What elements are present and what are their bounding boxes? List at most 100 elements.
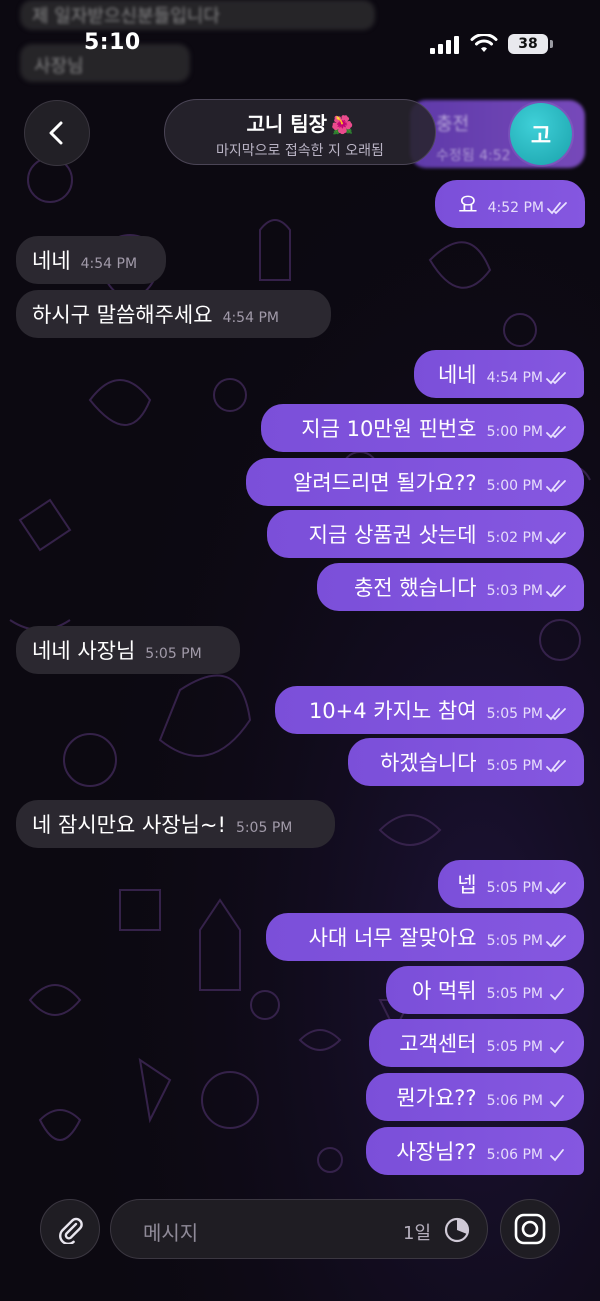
message-time: 4:54 PM [486,370,543,386]
double-check-icon [546,480,566,493]
message-meta: 4:54 PM [81,256,137,272]
incoming-message[interactable]: 네네 4:54 PM [16,236,166,284]
message-time: 5:05 PM [486,933,543,949]
message-time: 5:06 PM [486,1093,543,1109]
flower-icon: 🌺 [331,115,354,136]
double-check-icon [546,935,566,948]
outgoing-message[interactable]: 충전 했습니다 5:03 PM [317,563,584,611]
message-text: 사장님?? [396,1140,477,1164]
message-text: 네네 [32,249,71,273]
message-meta: 5:00 PM [487,424,568,440]
message-time: 5:00 PM [486,478,543,494]
status-bar: 5:10 38 [0,0,600,92]
battery-level: 38 [518,36,538,52]
outgoing-message[interactable]: 지금 10만원 핀번호 5:00 PM [261,404,584,452]
double-check-icon [546,426,566,439]
cellular-signal-icon [430,36,459,54]
message-time: 5:05 PM [486,1039,543,1055]
message-time: 5:03 PM [486,583,543,599]
message-text: 하시구 말씀해주세요 [32,303,213,327]
message-meta: 5:05 PM [487,706,568,722]
message-meta: 5:00 PM [487,478,568,494]
message-time: 5:05 PM [486,706,543,722]
outgoing-message[interactable]: 아 먹튀 5:05 PM [386,966,584,1014]
double-check-icon [546,882,566,895]
double-check-icon [546,372,566,385]
incoming-message[interactable]: 네 잠시만요 사장님~! 5:05 PM [16,800,335,848]
check-icon [550,1095,564,1108]
chat-header[interactable]: 고니 팀장 🌺 마지막으로 접속한 지 오래됨 [164,99,436,165]
message-text: 충전 했습니다 [353,576,477,600]
message-meta: 5:06 PM [487,1147,568,1163]
check-icon [550,1041,564,1054]
outgoing-message[interactable]: 넵 5:05 PM [438,860,584,908]
outgoing-message[interactable]: 요 4:52 PM [435,180,585,228]
back-button[interactable] [24,100,90,166]
incoming-message[interactable]: 네네 사장님 5:05 PM [16,626,240,674]
message-meta: 4:54 PM [223,310,279,326]
message-meta: 5:06 PM [487,1093,568,1109]
check-icon [550,1149,564,1162]
message-meta: 4:54 PM [487,370,568,386]
message-time: 4:52 PM [487,200,544,216]
message-time: 4:54 PM [222,310,279,326]
incoming-message[interactable]: 하시구 말씀해주세요 4:54 PM [16,290,331,338]
message-meta: 4:52 PM [488,200,569,216]
message-text: 고객센터 [399,1032,477,1056]
message-input[interactable]: 메시지 1일 [110,1199,488,1259]
outgoing-message[interactable]: 고객센터 5:05 PM [369,1019,584,1067]
outgoing-message[interactable]: 사장님?? 5:06 PM [366,1127,584,1175]
last-seen-status: 마지막으로 접속한 지 오래됨 [216,143,384,159]
message-meta: 5:05 PM [487,880,568,896]
double-check-icon [546,708,566,721]
message-text: 뭔가요?? [396,1086,477,1110]
blurred-message-meta: 수정됨 4:52 [436,148,511,164]
outgoing-message[interactable]: 하겠습니다 5:05 PM [348,738,584,786]
message-text: 요 [458,193,478,217]
message-meta: 5:05 PM [487,933,568,949]
chat-title-text: 고니 팀장 [246,112,328,136]
message-text: 하겠습니다 [379,751,477,775]
auto-delete-label: 1일 [403,1223,432,1244]
message-time: 5:00 PM [486,424,543,440]
message-time: 5:02 PM [486,530,543,546]
chat-title: 고니 팀장 🌺 [165,108,435,137]
outgoing-message[interactable]: 지금 상품권 삿는데 5:02 PM [267,510,584,558]
paperclip-icon [59,1217,83,1244]
message-time: 5:05 PM [486,880,543,896]
message-text: 사대 너무 잘맞아요 [308,926,477,950]
message-time: 5:06 PM [486,1147,543,1163]
outgoing-message[interactable]: 네네 4:54 PM [414,350,584,398]
message-text: 지금 상품권 삿는데 [308,523,477,547]
message-meta: 5:05 PM [487,1039,568,1055]
message-meta: 5:05 PM [487,986,568,1002]
message-meta: 5:05 PM [236,820,292,836]
message-time: 4:54 PM [80,256,138,272]
outgoing-message[interactable]: 사대 너무 잘맞아요 5:05 PM [266,913,584,961]
avatar[interactable]: 고 [510,103,572,165]
attach-button[interactable] [40,1199,100,1259]
double-check-icon [547,202,567,215]
auto-delete-timer-icon[interactable] [443,1216,471,1244]
wifi-icon [470,34,498,52]
double-check-icon [546,532,566,545]
message-text: 네 잠시만요 사장님~! [32,813,226,837]
blurred-message-text: 충전 [436,114,470,135]
message-text: 지금 10만원 핀번호 [301,417,477,441]
double-check-icon [546,760,566,773]
message-time: 5:05 PM [486,758,543,774]
camera-icon [514,1213,546,1245]
message-text: 넵 [457,873,477,897]
message-time: 5:05 PM [145,646,202,662]
message-text: 알려드리면 될가요?? [293,471,477,495]
check-icon [550,988,564,1001]
chevron-left-icon [49,121,63,145]
message-time: 5:05 PM [235,820,293,836]
message-meta: 5:03 PM [487,583,568,599]
message-text: 아 먹튀 [411,979,477,1003]
outgoing-message[interactable]: 알려드리면 될가요?? 5:00 PM [246,458,584,506]
outgoing-message[interactable]: 10+4 카지노 참여 5:05 PM [275,686,584,734]
video-message-button[interactable] [500,1199,560,1259]
battery-icon: 38 [508,34,553,54]
outgoing-message[interactable]: 뭔가요?? 5:06 PM [366,1073,584,1121]
